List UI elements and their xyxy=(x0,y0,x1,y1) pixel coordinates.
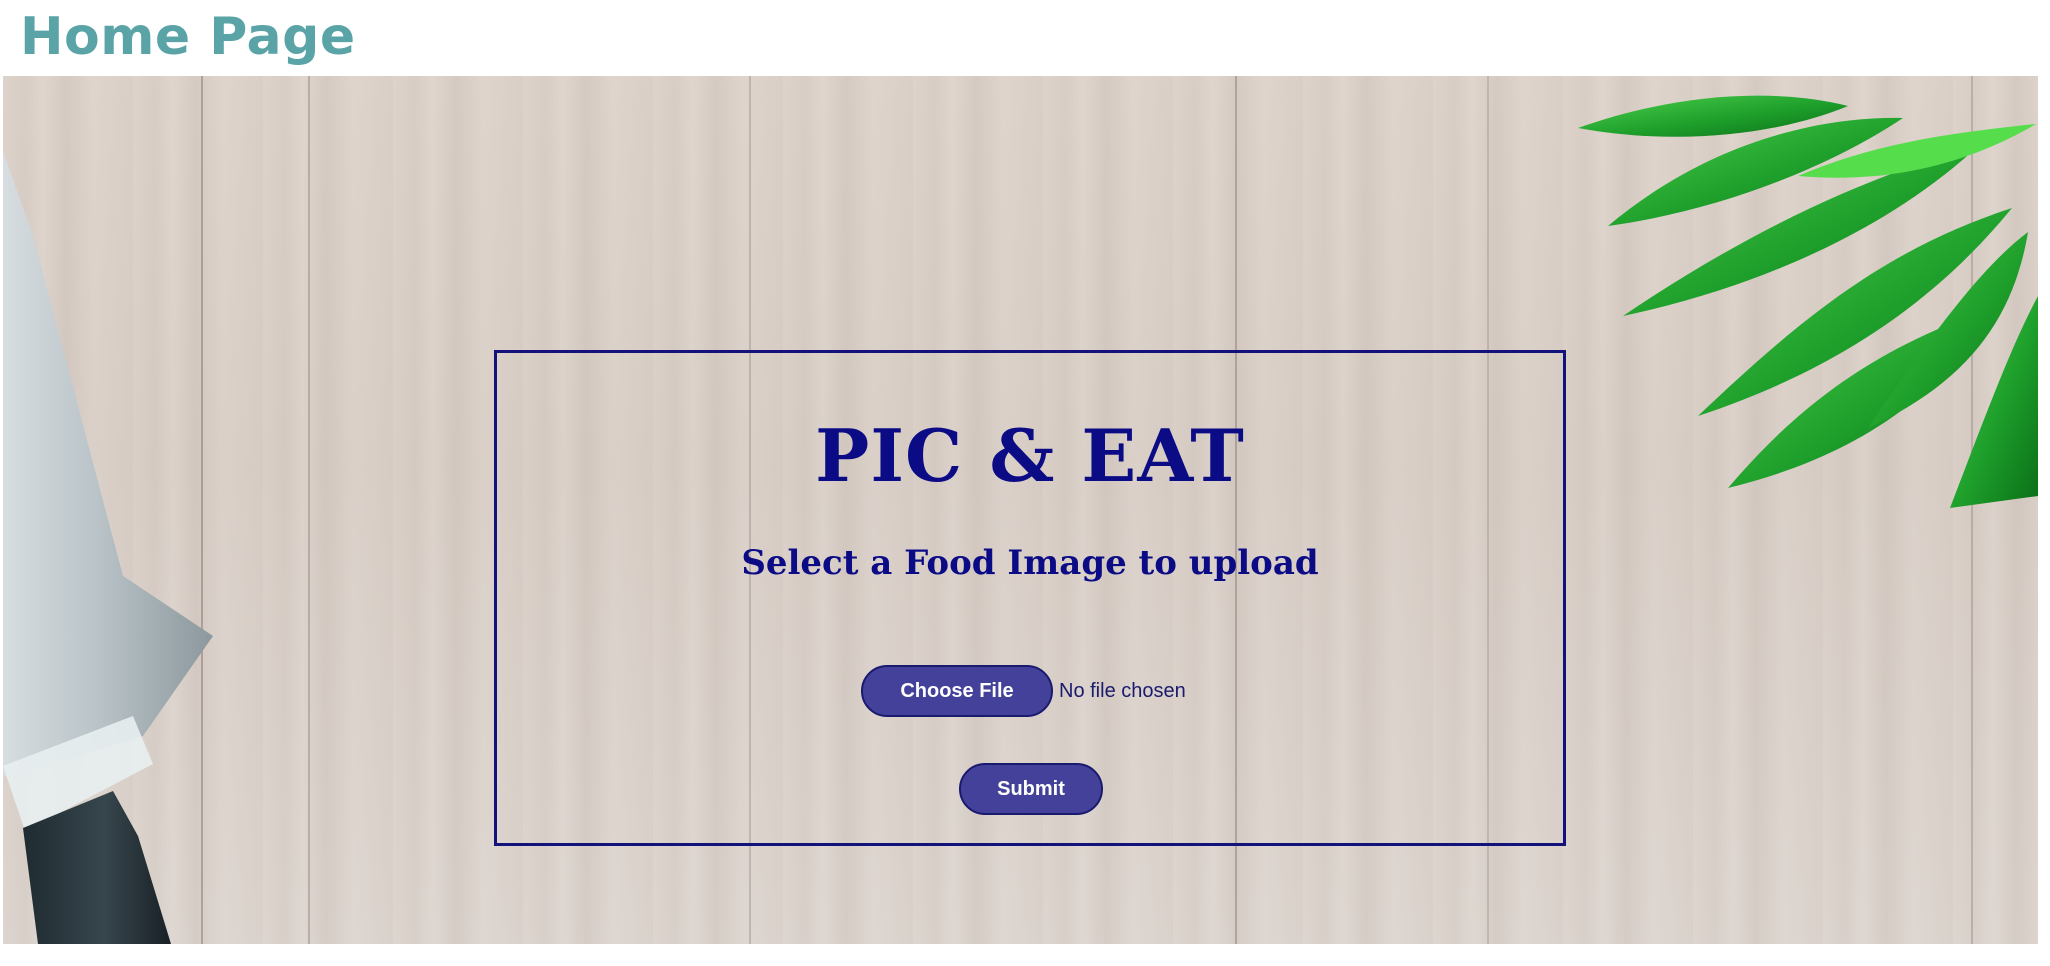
wood-grain-line xyxy=(308,76,310,944)
page-title: Home Page xyxy=(20,7,356,67)
upload-panel: PIC & EAT Select a Food Image to upload … xyxy=(494,350,1566,846)
knife-illustration xyxy=(3,151,213,944)
page-header: Home Page xyxy=(20,0,356,74)
app-title: PIC & EAT xyxy=(815,413,1245,498)
file-picker-row: Choose File No file chosen xyxy=(497,665,1563,717)
upload-instruction: Select a Food Image to upload xyxy=(741,543,1319,583)
submit-button[interactable]: Submit xyxy=(959,763,1103,815)
file-status-text: No file chosen xyxy=(1059,679,1186,702)
hero-background: PIC & EAT Select a Food Image to upload … xyxy=(3,76,2038,944)
choose-file-button[interactable]: Choose File xyxy=(861,665,1053,717)
